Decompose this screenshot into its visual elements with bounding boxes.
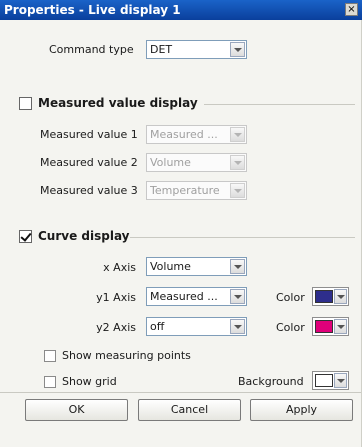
chevron-down-icon xyxy=(230,127,245,142)
measured-value-2-value: Volume xyxy=(150,156,191,169)
show-measuring-points-checkbox[interactable] xyxy=(44,350,56,362)
section-divider xyxy=(204,104,355,105)
close-icon: × xyxy=(347,4,356,15)
chevron-down-icon xyxy=(230,289,245,304)
chevron-down-icon xyxy=(334,319,347,334)
curve-display-checkbox[interactable] xyxy=(19,230,32,243)
chevron-down-icon xyxy=(230,155,245,170)
close-button[interactable]: × xyxy=(345,3,358,16)
y1-axis-select[interactable]: Measured ... xyxy=(146,287,247,306)
title-bar: Properties - Live display 1 × xyxy=(0,0,362,20)
command-type-label: Command type xyxy=(49,43,134,56)
chevron-down-icon xyxy=(230,319,245,334)
measured-value-1-select[interactable]: Measured ... xyxy=(146,125,247,144)
x-axis-value: Volume xyxy=(150,260,191,273)
y1-color-swatch xyxy=(315,290,333,303)
show-grid-checkbox[interactable] xyxy=(44,376,56,388)
background-color-swatch xyxy=(315,374,333,387)
section-divider xyxy=(130,237,355,238)
show-measuring-points-label: Show measuring points xyxy=(62,349,191,362)
measured-value-3-select[interactable]: Temperature xyxy=(146,181,247,200)
chevron-down-icon xyxy=(230,183,245,198)
measured-value-3-value: Temperature xyxy=(150,184,220,197)
measured-value-2-label: Measured value 2 xyxy=(40,156,138,169)
y2-axis-label: y2 Axis xyxy=(96,321,136,334)
chevron-down-icon xyxy=(230,42,245,57)
measured-value-1-label: Measured value 1 xyxy=(40,128,138,141)
y2-color-swatch xyxy=(315,320,333,333)
x-axis-label: x Axis xyxy=(103,261,136,274)
y1-color-picker[interactable] xyxy=(312,287,349,306)
chevron-down-icon xyxy=(334,373,347,388)
properties-panel: Command type DET Measured value display … xyxy=(0,20,362,447)
ok-button[interactable]: OK xyxy=(25,399,128,421)
window-title: Properties - Live display 1 xyxy=(4,3,181,17)
check-icon xyxy=(20,230,32,242)
measured-value-display-title: Measured value display xyxy=(38,96,198,110)
background-label: Background xyxy=(238,375,304,388)
y1-axis-value: Measured ... xyxy=(150,290,218,303)
show-grid-label: Show grid xyxy=(62,375,117,388)
x-axis-select[interactable]: Volume xyxy=(146,257,247,276)
apply-button[interactable]: Apply xyxy=(250,399,353,421)
y2-color-label: Color xyxy=(276,321,305,334)
measured-value-display-checkbox[interactable] xyxy=(19,97,32,110)
y1-color-label: Color xyxy=(276,291,305,304)
footer-divider xyxy=(0,392,361,393)
command-type-select[interactable]: DET xyxy=(146,40,247,59)
y2-axis-select[interactable]: off xyxy=(146,317,247,336)
curve-display-title: Curve display xyxy=(38,229,130,243)
chevron-down-icon xyxy=(230,259,245,274)
chevron-down-icon xyxy=(334,289,347,304)
command-type-value: DET xyxy=(150,43,173,56)
y2-axis-value: off xyxy=(150,320,165,333)
cancel-button[interactable]: Cancel xyxy=(138,399,241,421)
measured-value-1-value: Measured ... xyxy=(150,128,218,141)
y2-color-picker[interactable] xyxy=(312,317,349,336)
measured-value-3-label: Measured value 3 xyxy=(40,184,138,197)
y1-axis-label: y1 Axis xyxy=(96,291,136,304)
background-color-picker[interactable] xyxy=(312,371,349,390)
measured-value-2-select[interactable]: Volume xyxy=(146,153,247,172)
